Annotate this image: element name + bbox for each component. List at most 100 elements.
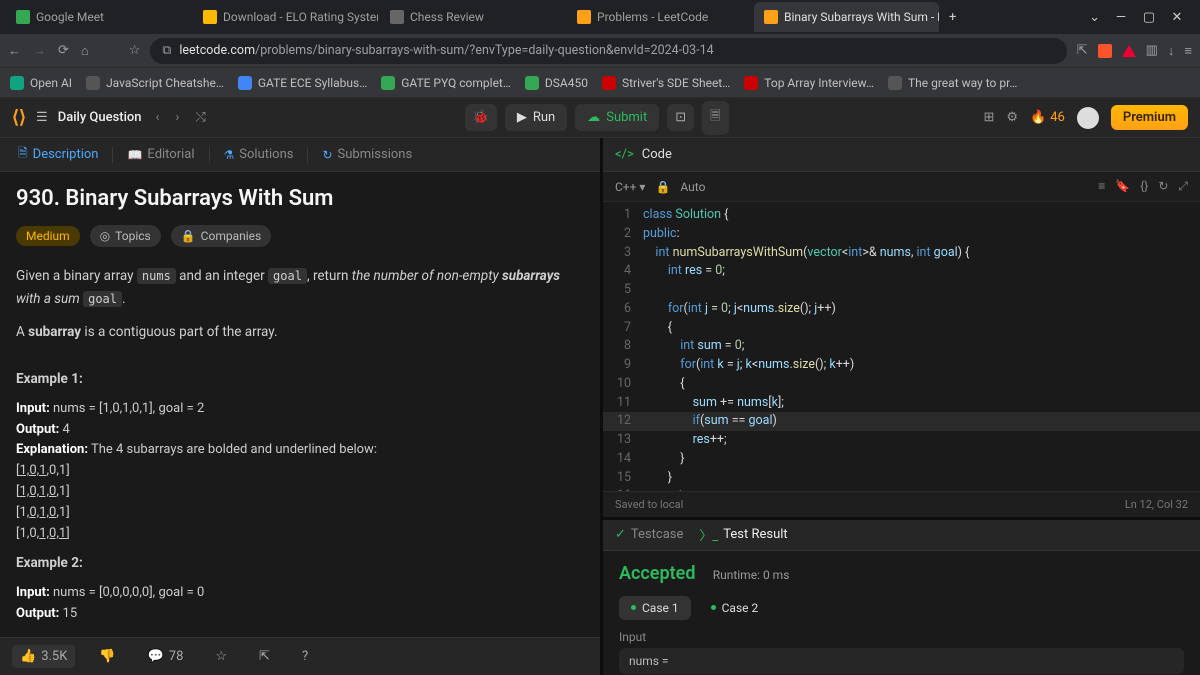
document-icon: 🗎 [18, 144, 28, 165]
braces-icon[interactable]: {} [1140, 179, 1148, 194]
tab-editorial[interactable]: 📖Editorial [117, 142, 204, 167]
problem-paragraph: Given a binary array nums and an integer… [16, 265, 584, 311]
url-input[interactable]: ⧉ leetcode.com/problems/binary-subarrays… [150, 38, 1066, 64]
example-block: Input: nums = [1,0,1,0,1], goal = 2 Outp… [16, 399, 584, 545]
tag-icon: ◎ [100, 229, 110, 243]
bookmark-item[interactable]: Open AI [10, 76, 72, 90]
timer-button[interactable]: ⊡ [667, 104, 694, 131]
code-editor[interactable]: 1class Solution { 2public: 3 int numSuba… [603, 202, 1200, 491]
auto-label[interactable]: Auto [680, 180, 705, 194]
input-value: nums = [619, 648, 1184, 674]
browser-tab[interactable]: Google Meet [6, 2, 191, 32]
lock-icon: ⧉ [162, 43, 171, 58]
share-icon: ⇱ [259, 649, 270, 664]
browser-tab-active[interactable]: Binary Subarrays With Sum - Lee…✕ [754, 2, 939, 32]
testresult-tab[interactable]: 〉_Test Result [699, 525, 787, 544]
settings-icon[interactable]: ⚙ [1006, 110, 1018, 125]
editor-status-bar: Saved to local Ln 12, Col 32 [603, 491, 1200, 517]
feedback-button[interactable]: ? [294, 645, 316, 668]
language-select[interactable]: C++ ▾ [615, 180, 645, 194]
flask-icon: ⚗ [224, 148, 235, 162]
topics-chip[interactable]: ◎Topics [90, 225, 161, 247]
debug-button[interactable]: 🐞 [465, 104, 497, 131]
bookmark-item[interactable]: The great way to pr… [888, 76, 1017, 90]
download-icon[interactable]: ↓ [1168, 43, 1175, 59]
bookmark-item[interactable]: Striver's SDE Sheet… [602, 76, 730, 90]
chevron-down-icon[interactable]: ⌄ [1089, 10, 1100, 25]
bookmark-item[interactable]: Top Array Interview… [744, 76, 874, 90]
bookmark-item[interactable]: GATE ECE Syllabus… [238, 76, 367, 90]
question-icon: ? [302, 649, 308, 664]
layout-icon[interactable]: ⊞ [984, 110, 995, 125]
premium-button[interactable]: Premium [1111, 105, 1188, 130]
prev-problem-button[interactable]: ‹ [152, 108, 164, 127]
shuffle-button[interactable]: ⤭ [191, 108, 209, 127]
menu-icon[interactable]: ≡ [1184, 43, 1192, 59]
extension-icon[interactable] [1122, 45, 1136, 57]
problem-list-icon[interactable]: ☰ [36, 110, 48, 125]
new-tab-button[interactable]: + [941, 10, 964, 25]
thumbs-up-icon: 👍 [20, 649, 36, 664]
forward-button[interactable]: → [33, 43, 46, 59]
problem-content: 930. Binary Subarrays With Sum Medium ◎T… [0, 172, 600, 637]
minimize-button[interactable]: — [1114, 10, 1128, 25]
reload-button[interactable]: ⟳ [58, 43, 69, 58]
clock-icon: ↻ [322, 148, 332, 162]
reset-icon[interactable]: ↻ [1158, 179, 1168, 194]
favorite-button[interactable]: ☆ [207, 645, 235, 668]
close-window-button[interactable]: ✕ [1170, 10, 1184, 25]
problem-title: 930. Binary Subarrays With Sum [16, 186, 584, 211]
browser-tab-bar: Google Meet Download - ELO Rating System… [0, 0, 1200, 34]
tab-description[interactable]: 🗎Description [8, 139, 108, 170]
status-dot-icon [631, 605, 636, 610]
format-icon[interactable]: ≡ [1098, 179, 1105, 194]
bookmark-star-icon[interactable]: ☆ [129, 43, 141, 58]
input-label: Input [619, 630, 1184, 644]
like-button[interactable]: 👍3.5K [12, 645, 75, 668]
share-button[interactable]: ⇱ [251, 645, 278, 668]
back-button[interactable]: ← [8, 43, 21, 59]
cursor-position: Ln 12, Col 32 [1125, 498, 1188, 511]
notes-button[interactable]: 🗏 [702, 101, 728, 135]
code-panel-header: </> Code [603, 138, 1200, 172]
case-2-tab[interactable]: Case 2 [699, 596, 771, 620]
lock-icon: 🔒 [655, 180, 670, 194]
book-icon: 📖 [127, 148, 142, 162]
tab-submissions[interactable]: ↻Submissions [312, 142, 422, 167]
next-problem-button[interactable]: › [171, 108, 183, 127]
testcase-tab[interactable]: ✓Testcase [615, 527, 683, 542]
run-button[interactable]: ▶Run [505, 104, 567, 131]
maximize-button[interactable]: ▢ [1142, 10, 1156, 25]
share-icon[interactable]: ⇱ [1077, 43, 1088, 58]
cloud-upload-icon: ☁ [587, 110, 600, 125]
play-icon: ▶ [517, 110, 527, 125]
dislike-button[interactable]: 👎 [91, 645, 123, 668]
bookmark-item[interactable]: JavaScript Cheatshe… [86, 76, 224, 90]
problem-list-label[interactable]: Daily Question [58, 110, 142, 125]
case-1-tab[interactable]: Case 1 [619, 596, 691, 620]
submit-button[interactable]: ☁Submit [575, 104, 659, 131]
result-tabs: ✓Testcase 〉_Test Result [603, 520, 1200, 551]
difficulty-badge: Medium [16, 226, 80, 246]
tab-solutions[interactable]: ⚗Solutions [214, 142, 304, 167]
fullscreen-icon[interactable]: ⤢ [1178, 179, 1188, 194]
home-button[interactable]: ⌂ [81, 43, 89, 59]
fire-icon: 🔥 [1030, 110, 1046, 125]
brave-shield-icon[interactable] [1098, 44, 1112, 58]
leetcode-toolbar: ⟨⟩ ☰ Daily Question ‹ › ⤭ 🐞 ▶Run ☁Submit… [0, 98, 1200, 138]
browser-tab[interactable]: Chess Review [380, 2, 565, 32]
result-status: Accepted [619, 563, 695, 584]
companies-chip[interactable]: 🔒Companies [171, 225, 272, 247]
wallet-icon[interactable]: ▥ [1146, 43, 1158, 58]
browser-tab[interactable]: Download - ELO Rating System in P… [193, 2, 378, 32]
problem-actions: 👍3.5K 👎 💬78 ☆ ⇱ ? [0, 637, 600, 675]
user-avatar[interactable] [1077, 107, 1099, 129]
bookmark-item[interactable]: GATE PYQ complet… [381, 76, 511, 90]
browser-tab[interactable]: Problems - LeetCode [567, 2, 752, 32]
streak-counter[interactable]: 🔥46 [1030, 110, 1065, 125]
bookmark-icon[interactable]: 🔖 [1115, 179, 1130, 194]
leetcode-logo[interactable]: ⟨⟩ [12, 107, 26, 128]
save-status: Saved to local [615, 498, 683, 511]
comments-button[interactable]: 💬78 [140, 645, 192, 668]
bookmark-item[interactable]: DSA450 [525, 76, 588, 90]
